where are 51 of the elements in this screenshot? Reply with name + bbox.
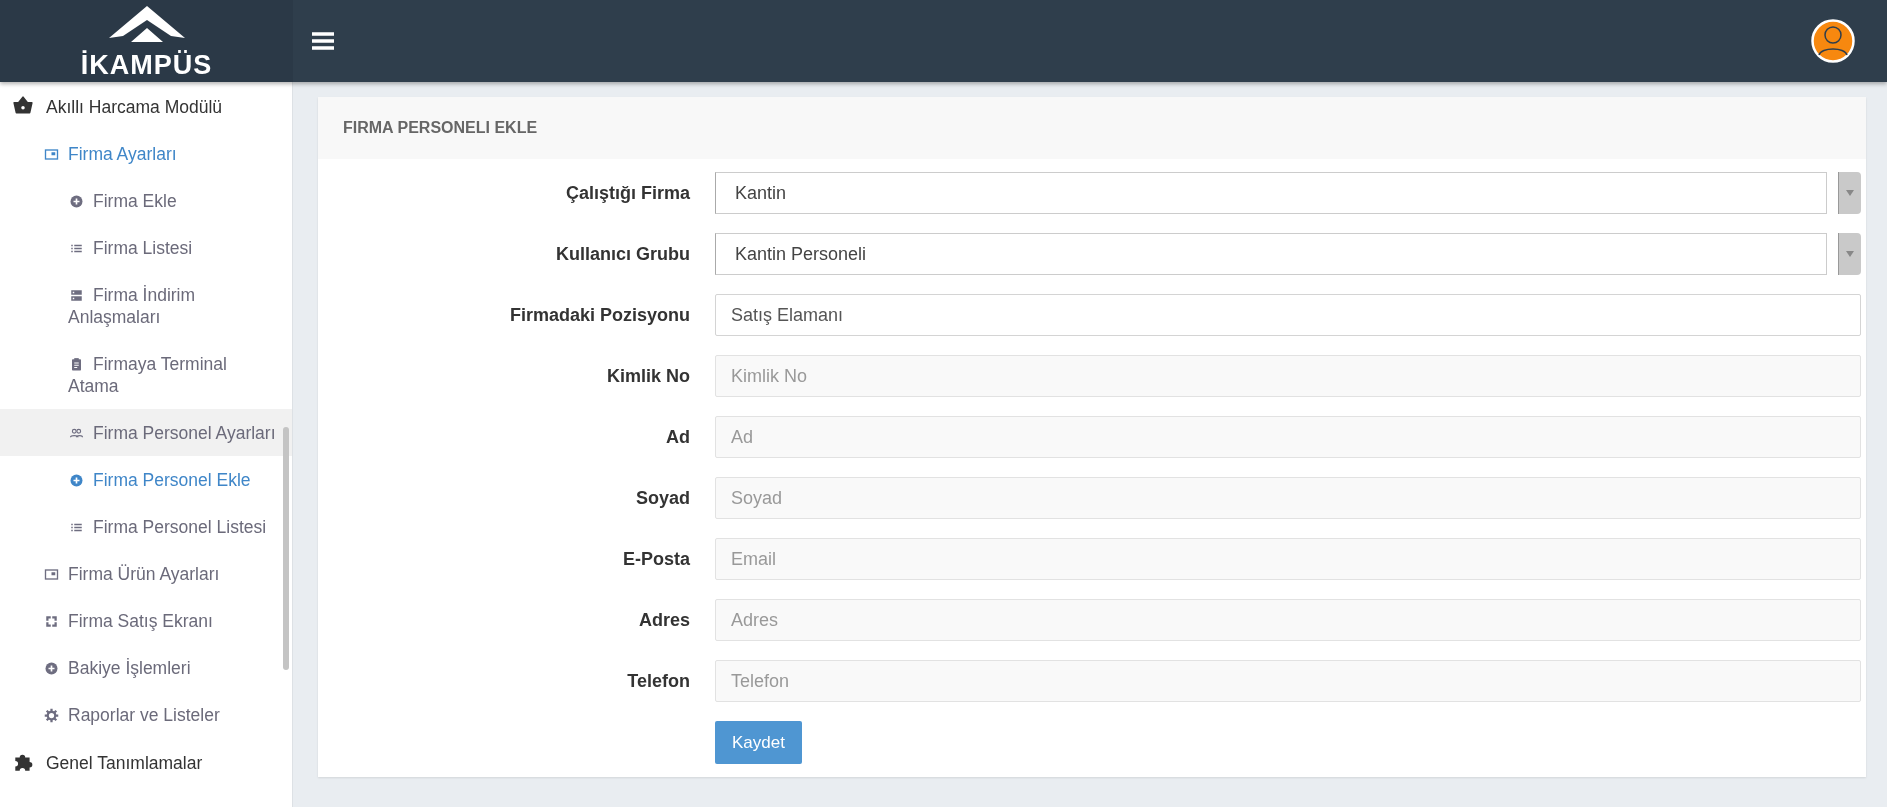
field-label: Firmadaki Pozisyonu	[508, 304, 690, 326]
input-field[interactable]: Kimlik No	[715, 355, 1861, 397]
input-field[interactable]: Email	[715, 538, 1861, 580]
logo-text: İKAMPÜS	[80, 50, 213, 80]
sidebar-item[interactable]: Firma Listesi	[0, 224, 292, 271]
field-label: Adres	[637, 609, 690, 631]
clipboard-icon	[69, 356, 84, 372]
field-label: Kullanıcı Grubu	[555, 243, 690, 265]
panel-title: FIRMA PERSONELI EKLE	[343, 119, 538, 137]
field-label: Ad	[665, 426, 690, 448]
sidebar-item[interactable]: Firma Personel Listesi	[0, 503, 292, 550]
field-label: Soyad	[634, 487, 690, 509]
sidebar-item[interactable]: Firma Personel Ayarları	[0, 409, 292, 456]
dropdown-button[interactable]	[1838, 172, 1861, 214]
sidebar-item[interactable]: Firmaya Terminal Atama	[0, 340, 292, 409]
sidebar-item[interactable]: Firma İndirim Anlaşmaları	[0, 271, 292, 340]
sidebar-item[interactable]: Akıllı Harcama Modülü	[0, 82, 292, 130]
scrollbar[interactable]	[283, 427, 289, 670]
field-label: Kimlik No	[606, 365, 690, 387]
caret-icon	[1846, 190, 1854, 196]
window-icon	[44, 146, 59, 162]
sidebar-item[interactable]: Genel Tanımlamalar	[0, 738, 292, 786]
gear-icon	[44, 707, 59, 723]
window-icon	[44, 566, 59, 582]
input-field[interactable]: Ad	[715, 416, 1861, 458]
save-button[interactable]: Kaydet	[715, 721, 802, 764]
field-label: Çalıştığı Firma	[564, 182, 690, 204]
select-field[interactable]: Kantin Personeli	[715, 233, 1827, 275]
sidebar-item[interactable]: Firma Ayarları	[0, 130, 292, 177]
sidebar-item[interactable]: Raporlar ve Listeler	[0, 691, 292, 738]
sidebar-item[interactable]: Firma Ürün Ayarları	[0, 550, 292, 597]
sidebar-item[interactable]: Firma Ekle	[0, 177, 292, 224]
plus-circle-icon	[69, 472, 84, 488]
plus-circle-icon	[44, 660, 59, 676]
server-icon	[69, 287, 84, 303]
input-field[interactable]: Adres	[715, 599, 1861, 641]
input-field[interactable]: Telefon	[715, 660, 1861, 702]
expand-icon	[44, 613, 59, 629]
field-label: Telefon	[626, 670, 690, 692]
sidebar-item[interactable]: Firma Satış Ekranı	[0, 597, 292, 644]
field-label: E-Posta	[621, 548, 690, 570]
user-avatar-icon[interactable]	[1811, 19, 1855, 63]
menu-icon[interactable]	[311, 31, 335, 51]
caret-icon	[1846, 251, 1854, 257]
sidebar-item[interactable]: Bakiye İşlemleri	[0, 644, 292, 691]
sidebar-item[interactable]: Firma Personel Ekle	[0, 456, 292, 503]
input-field[interactable]: Soyad	[715, 477, 1861, 519]
dropdown-button[interactable]	[1838, 233, 1861, 275]
plus-circle-icon	[69, 193, 84, 209]
select-field[interactable]: Kantin	[715, 172, 1827, 214]
input-field[interactable]: Satış Elamanı	[715, 294, 1861, 336]
